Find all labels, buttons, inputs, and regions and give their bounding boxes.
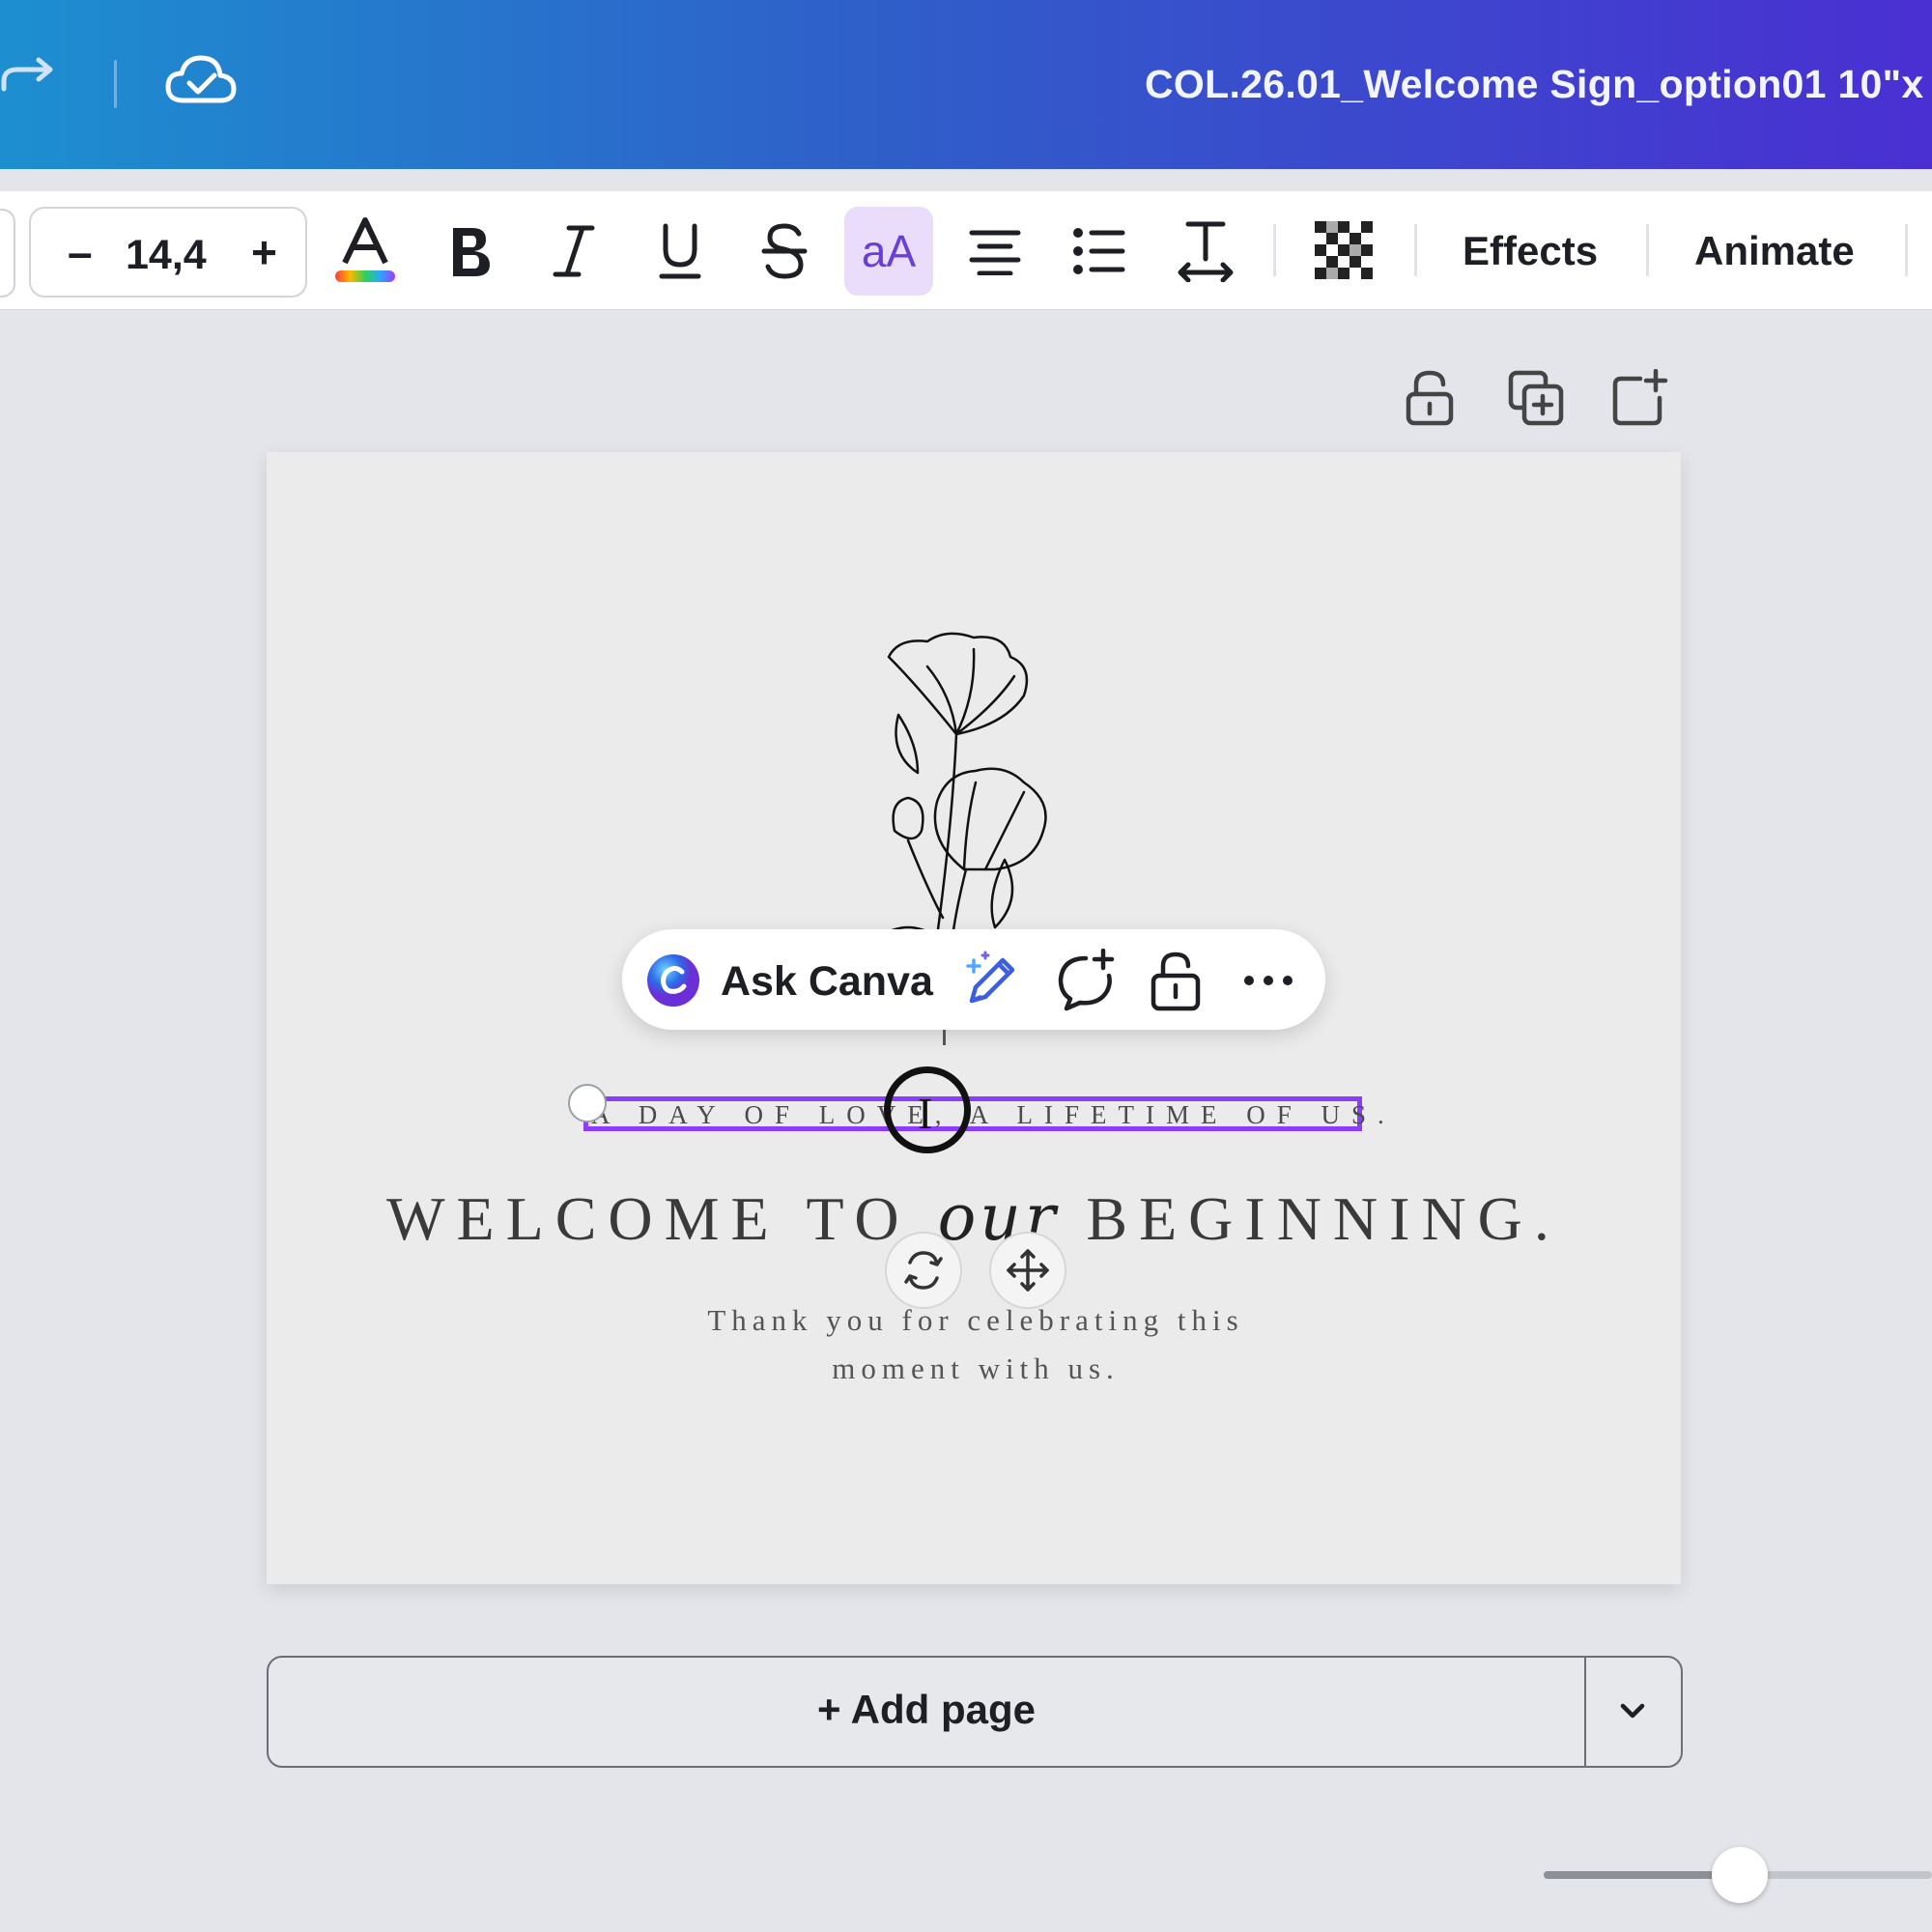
cloud-saved-icon[interactable] — [164, 50, 238, 112]
header-divider — [114, 60, 117, 108]
add-page-bar: + Add page — [267, 1656, 1683, 1768]
thank-you-line-1: Thank you for celebrating this — [707, 1303, 1244, 1337]
more-options-icon[interactable] — [1236, 949, 1300, 1012]
canva-assistant-icon[interactable] — [645, 952, 701, 1009]
editor-header: COL.26.01_Welcome Sign_option01 10"x — [0, 0, 1932, 169]
welcome-end-text: BEGINNING. — [1086, 1184, 1561, 1253]
add-page-button[interactable]: + Add page — [269, 1687, 1584, 1733]
text-color-button[interactable] — [321, 207, 410, 296]
bold-icon — [453, 228, 490, 276]
letter-case-icon: aA — [861, 226, 917, 276]
duplicate-page-icon[interactable] — [1507, 369, 1565, 427]
animate-button[interactable]: Animate — [1694, 228, 1855, 274]
welcome-start-text: WELCOME TO — [386, 1184, 911, 1253]
decrease-font-size-button[interactable]: – — [68, 226, 93, 278]
transparency-icon — [1315, 221, 1375, 281]
font-size-control: – 14,4 + — [29, 207, 307, 298]
add-page-icon[interactable] — [1611, 369, 1669, 427]
zoom-slider-fill — [1544, 1871, 1737, 1879]
effects-button[interactable]: Effects — [1463, 228, 1598, 274]
welcome-headline[interactable]: WELCOME TO our BEGINNING. — [267, 1180, 1681, 1255]
magic-write-icon[interactable] — [960, 949, 1024, 1012]
chevron-down-icon[interactable] — [1611, 1692, 1654, 1731]
ask-canva-button[interactable]: Ask Canva — [721, 958, 933, 1006]
italic-button[interactable] — [529, 207, 618, 296]
bold-button[interactable] — [425, 207, 514, 296]
add-comment-icon[interactable] — [1053, 949, 1117, 1012]
bullet-list-icon — [1073, 228, 1125, 274]
italic-icon — [553, 225, 595, 277]
connector-line — [943, 1030, 946, 1045]
thank-you-text[interactable]: Thank you for celebrating this moment wi… — [580, 1296, 1372, 1393]
document-title[interactable]: COL.26.01_Welcome Sign_option01 10"x — [1145, 62, 1923, 107]
spacing-button[interactable] — [1161, 207, 1250, 296]
toolbar-divider — [1414, 224, 1417, 276]
transparency-button[interactable] — [1300, 207, 1389, 296]
selection-handle[interactable] — [568, 1084, 607, 1122]
redo-icon[interactable] — [0, 48, 62, 110]
underline-button[interactable] — [636, 207, 724, 296]
lock-icon[interactable] — [1144, 949, 1208, 1012]
toolbar-divider — [1273, 224, 1276, 276]
list-button[interactable] — [1055, 207, 1144, 296]
flower-illustration[interactable] — [860, 628, 1092, 947]
font-size-input[interactable]: 14,4 — [126, 232, 207, 279]
increase-font-size-button[interactable]: + — [251, 226, 277, 278]
thank-you-line-2: moment with us. — [832, 1351, 1120, 1385]
text-cursor-icon: I — [918, 1089, 933, 1138]
underline-icon — [659, 223, 701, 279]
align-center-icon — [969, 230, 1021, 275]
add-page-divider — [1584, 1658, 1586, 1766]
toolbar-divider — [1905, 224, 1908, 276]
letter-case-button[interactable]: aA — [844, 207, 933, 296]
font-family-dropdown[interactable] — [0, 209, 15, 298]
lock-page-icon[interactable] — [1401, 369, 1459, 427]
strikethrough-button[interactable] — [740, 207, 829, 296]
align-button[interactable] — [951, 207, 1039, 296]
zoom-slider-handle[interactable] — [1712, 1847, 1768, 1903]
strikethrough-icon — [761, 223, 808, 279]
text-toolbar: – 14,4 + aA Effects Animate — [0, 191, 1932, 310]
toolbar-divider — [1646, 224, 1649, 276]
tagline-text[interactable]: A DAY OF LOVE, A LIFETIME OF US. — [591, 1100, 1384, 1130]
text-color-icon — [335, 217, 395, 282]
spacing-icon — [1178, 221, 1234, 282]
element-context-menu: Ask Canva — [622, 929, 1325, 1030]
